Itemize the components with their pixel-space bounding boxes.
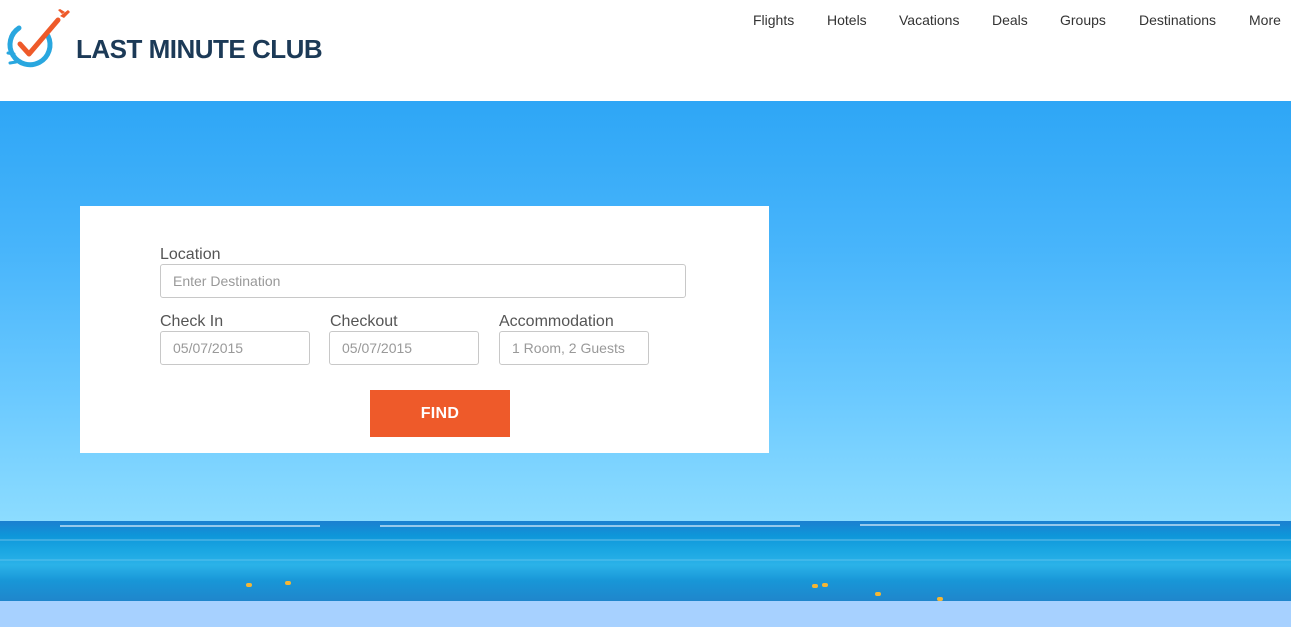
site-header: LAST MINUTE CLUB Flights Hotels Vacation… xyxy=(0,0,1291,101)
accommodation-select[interactable]: 1 Room, 2 Guests xyxy=(499,331,649,365)
clock-checkmark-plane-icon xyxy=(6,9,70,68)
footer-band xyxy=(0,601,1291,627)
wave-line xyxy=(0,539,1291,541)
nav-item-destinations[interactable]: Destinations xyxy=(1139,12,1216,28)
location-input[interactable]: Enter Destination xyxy=(160,264,686,298)
find-button[interactable]: FIND xyxy=(370,390,510,437)
nav-item-groups[interactable]: Groups xyxy=(1060,12,1106,28)
ocean-image xyxy=(0,521,1291,601)
nav-item-deals[interactable]: Deals xyxy=(992,12,1028,28)
wave-line xyxy=(0,559,1291,561)
wave-line xyxy=(380,525,800,527)
buoy xyxy=(812,584,818,588)
hotel-search-card: Location Enter Destination Check In 05/0… xyxy=(80,206,769,453)
buoy xyxy=(822,583,828,587)
wave-line xyxy=(60,525,320,527)
main-nav: Flights Hotels Vacations Deals Groups De… xyxy=(731,12,1291,30)
checkin-date-input[interactable]: 05/07/2015 xyxy=(160,331,310,365)
buoy xyxy=(285,581,291,585)
brand-name: LAST MINUTE CLUB xyxy=(76,34,323,64)
checkin-label: Check In xyxy=(160,313,224,330)
checkout-date-input[interactable]: 05/07/2015 xyxy=(329,331,479,365)
accommodation-label: Accommodation xyxy=(499,313,614,330)
buoy xyxy=(875,592,881,596)
wave-line xyxy=(860,524,1280,526)
nav-item-more[interactable]: More xyxy=(1249,12,1281,28)
nav-item-flights[interactable]: Flights xyxy=(753,12,794,28)
location-label: Location xyxy=(160,246,221,263)
nav-item-vacations[interactable]: Vacations xyxy=(899,12,959,28)
buoy xyxy=(246,583,252,587)
logo[interactable]: LAST MINUTE CLUB xyxy=(4,6,344,82)
checkout-label: Checkout xyxy=(330,313,398,330)
nav-item-hotels[interactable]: Hotels xyxy=(827,12,867,28)
